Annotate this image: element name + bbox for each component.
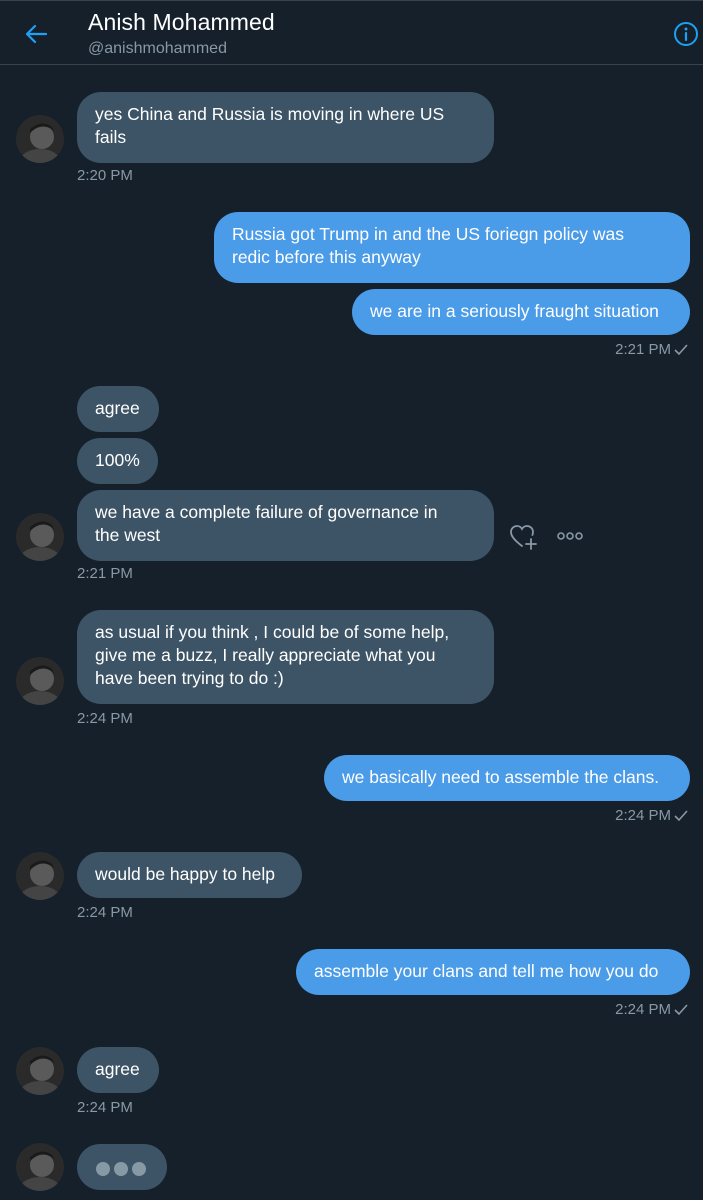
avatar[interactable] xyxy=(16,1047,64,1095)
avatar-photo-icon xyxy=(16,1047,64,1095)
message-text-line: assemble your clans and tell me how you … xyxy=(314,961,659,981)
message-bubble-incoming[interactable]: 100% xyxy=(77,438,158,484)
message-text-line: we have a complete failure of governance… xyxy=(95,502,438,522)
message-text-line: we are in a seriously fraught situation xyxy=(370,301,659,321)
message-text-line: Russia got Trump in and the US foriegn p… xyxy=(232,224,624,244)
message-text-line: as usual if you think , I could be of so… xyxy=(95,622,450,642)
message-text-line: fails xyxy=(95,127,127,147)
message-text-line: agree xyxy=(95,398,140,418)
top-border xyxy=(0,0,703,1)
avatar[interactable] xyxy=(16,513,64,561)
message-text-line: we basically need to assemble the clans. xyxy=(342,767,660,787)
message-timestamp: 2:20 PM xyxy=(77,167,133,184)
avatar[interactable] xyxy=(16,852,64,900)
sent-check-icon xyxy=(674,343,688,355)
typing-dots-icon xyxy=(96,1162,146,1176)
message-timestamp: 2:21 PM xyxy=(77,565,133,582)
message-text-line: yes China and Russia is moving in where … xyxy=(95,104,445,124)
message-timestamp: 2:21 PM xyxy=(615,341,671,358)
message-bubble-outgoing[interactable]: we are in a seriously fraught situation xyxy=(352,289,690,335)
message-text-line: have been trying to do :) xyxy=(95,668,284,688)
message-bubble-outgoing[interactable]: assemble your clans and tell me how you … xyxy=(296,949,690,995)
message-bubble-outgoing[interactable]: Russia got Trump in and the US foriegn p… xyxy=(214,212,690,283)
message-timestamp: 2:24 PM xyxy=(77,904,133,921)
message-bubble-outgoing[interactable]: we basically need to assemble the clans. xyxy=(324,755,690,801)
avatar-photo-icon xyxy=(16,657,64,705)
message-bubble-incoming[interactable]: would be happy to help xyxy=(77,852,302,898)
info-icon xyxy=(674,22,698,46)
more-options-icon xyxy=(557,532,583,540)
message-timestamp: 2:24 PM xyxy=(77,710,133,727)
contact-handle[interactable]: @anishmohammed xyxy=(88,40,227,58)
message-text-line: give me a buzz, I really appreciate what… xyxy=(95,645,436,665)
react-button[interactable] xyxy=(510,524,538,550)
avatar[interactable] xyxy=(16,1143,64,1191)
message-text-line: 100% xyxy=(95,450,140,470)
back-button[interactable] xyxy=(22,20,50,48)
message-text-line: agree xyxy=(95,1059,140,1079)
heart-plus-icon xyxy=(510,525,537,550)
message-timestamp: 2:24 PM xyxy=(77,1099,133,1116)
message-text-line: redic before this anyway xyxy=(232,247,421,267)
message-bubble-incoming[interactable]: agree xyxy=(77,1047,159,1093)
sent-check-icon xyxy=(674,809,688,821)
avatar-photo-icon xyxy=(16,852,64,900)
avatar-photo-icon xyxy=(16,513,64,561)
message-status: 2:24 PM xyxy=(615,1001,688,1018)
sent-check-icon xyxy=(674,1003,688,1015)
message-bubble-incoming[interactable]: yes China and Russia is moving in where … xyxy=(77,92,494,163)
avatar-photo-icon xyxy=(16,1143,64,1191)
avatar[interactable] xyxy=(16,115,64,163)
arrow-left-icon xyxy=(25,24,47,44)
typing-indicator xyxy=(77,1144,167,1190)
message-timestamp: 2:24 PM xyxy=(615,1001,671,1018)
avatar[interactable] xyxy=(16,657,64,705)
message-text-line: the west xyxy=(95,525,161,545)
conversation-header: Anish Mohammed @anishmohammed xyxy=(0,0,703,65)
message-text-line: would be happy to help xyxy=(95,864,275,884)
message-status: 2:24 PM xyxy=(615,807,688,824)
avatar-photo-icon xyxy=(16,115,64,163)
message-bubble-incoming[interactable]: agree xyxy=(77,386,159,432)
message-status: 2:21 PM xyxy=(615,341,688,358)
message-bubble-incoming[interactable]: as usual if you think , I could be of so… xyxy=(77,610,494,704)
more-options-button[interactable] xyxy=(557,529,583,543)
info-button[interactable] xyxy=(673,21,699,47)
contact-name[interactable]: Anish Mohammed xyxy=(88,9,275,36)
message-bubble-incoming[interactable]: we have a complete failure of governance… xyxy=(77,490,494,561)
message-timestamp: 2:24 PM xyxy=(615,807,671,824)
